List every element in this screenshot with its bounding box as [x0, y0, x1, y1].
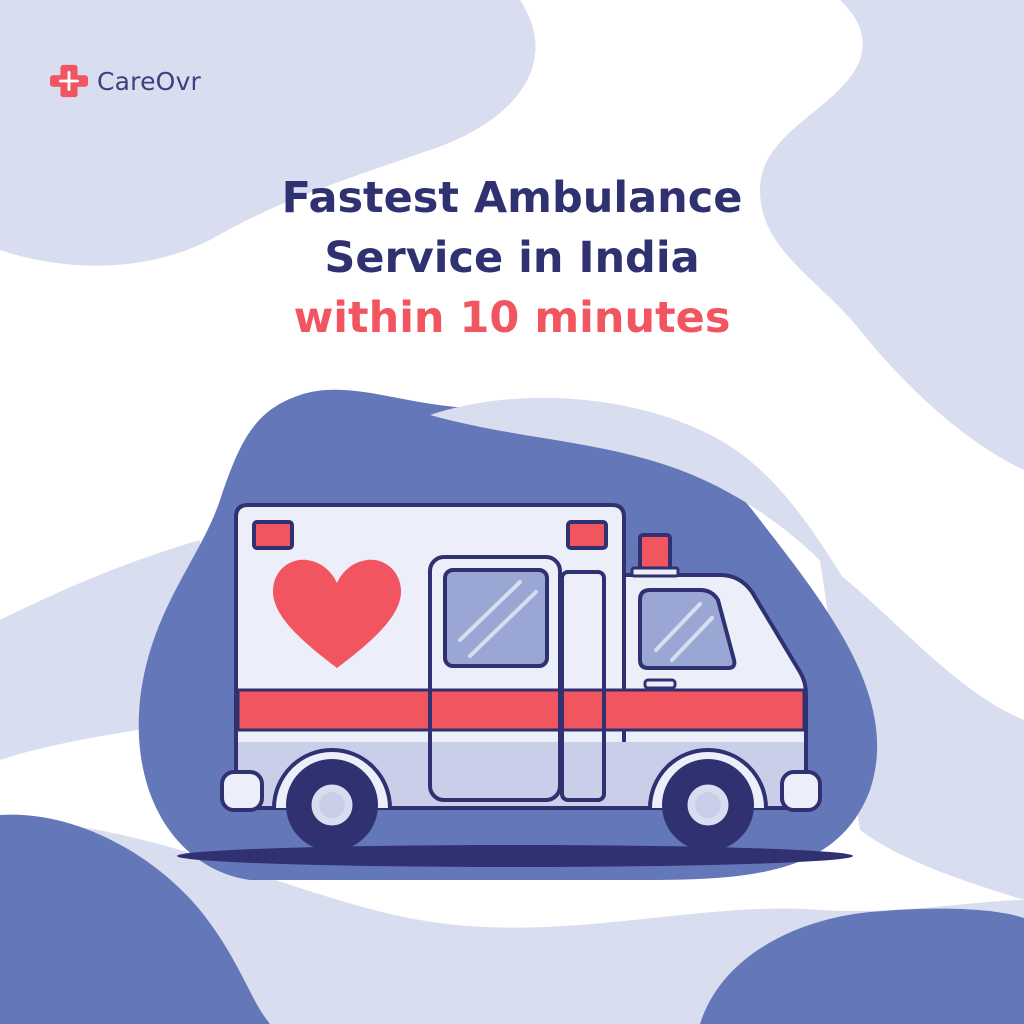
front-bumper — [780, 770, 822, 812]
cab-door-handle — [643, 678, 677, 690]
ground-shadow — [177, 845, 853, 867]
ambulance-icon — [177, 503, 853, 867]
red-stripe — [236, 688, 806, 732]
roof-light-left — [252, 520, 294, 550]
door-window — [443, 568, 549, 668]
poster: CareOvr Fastest Ambulance Service in Ind… — [0, 0, 1024, 1024]
front-wheel — [662, 759, 754, 851]
rear-wheel — [286, 759, 378, 851]
rear-bumper — [220, 770, 264, 812]
cab-window — [638, 588, 737, 670]
roof-light-right — [566, 520, 608, 550]
